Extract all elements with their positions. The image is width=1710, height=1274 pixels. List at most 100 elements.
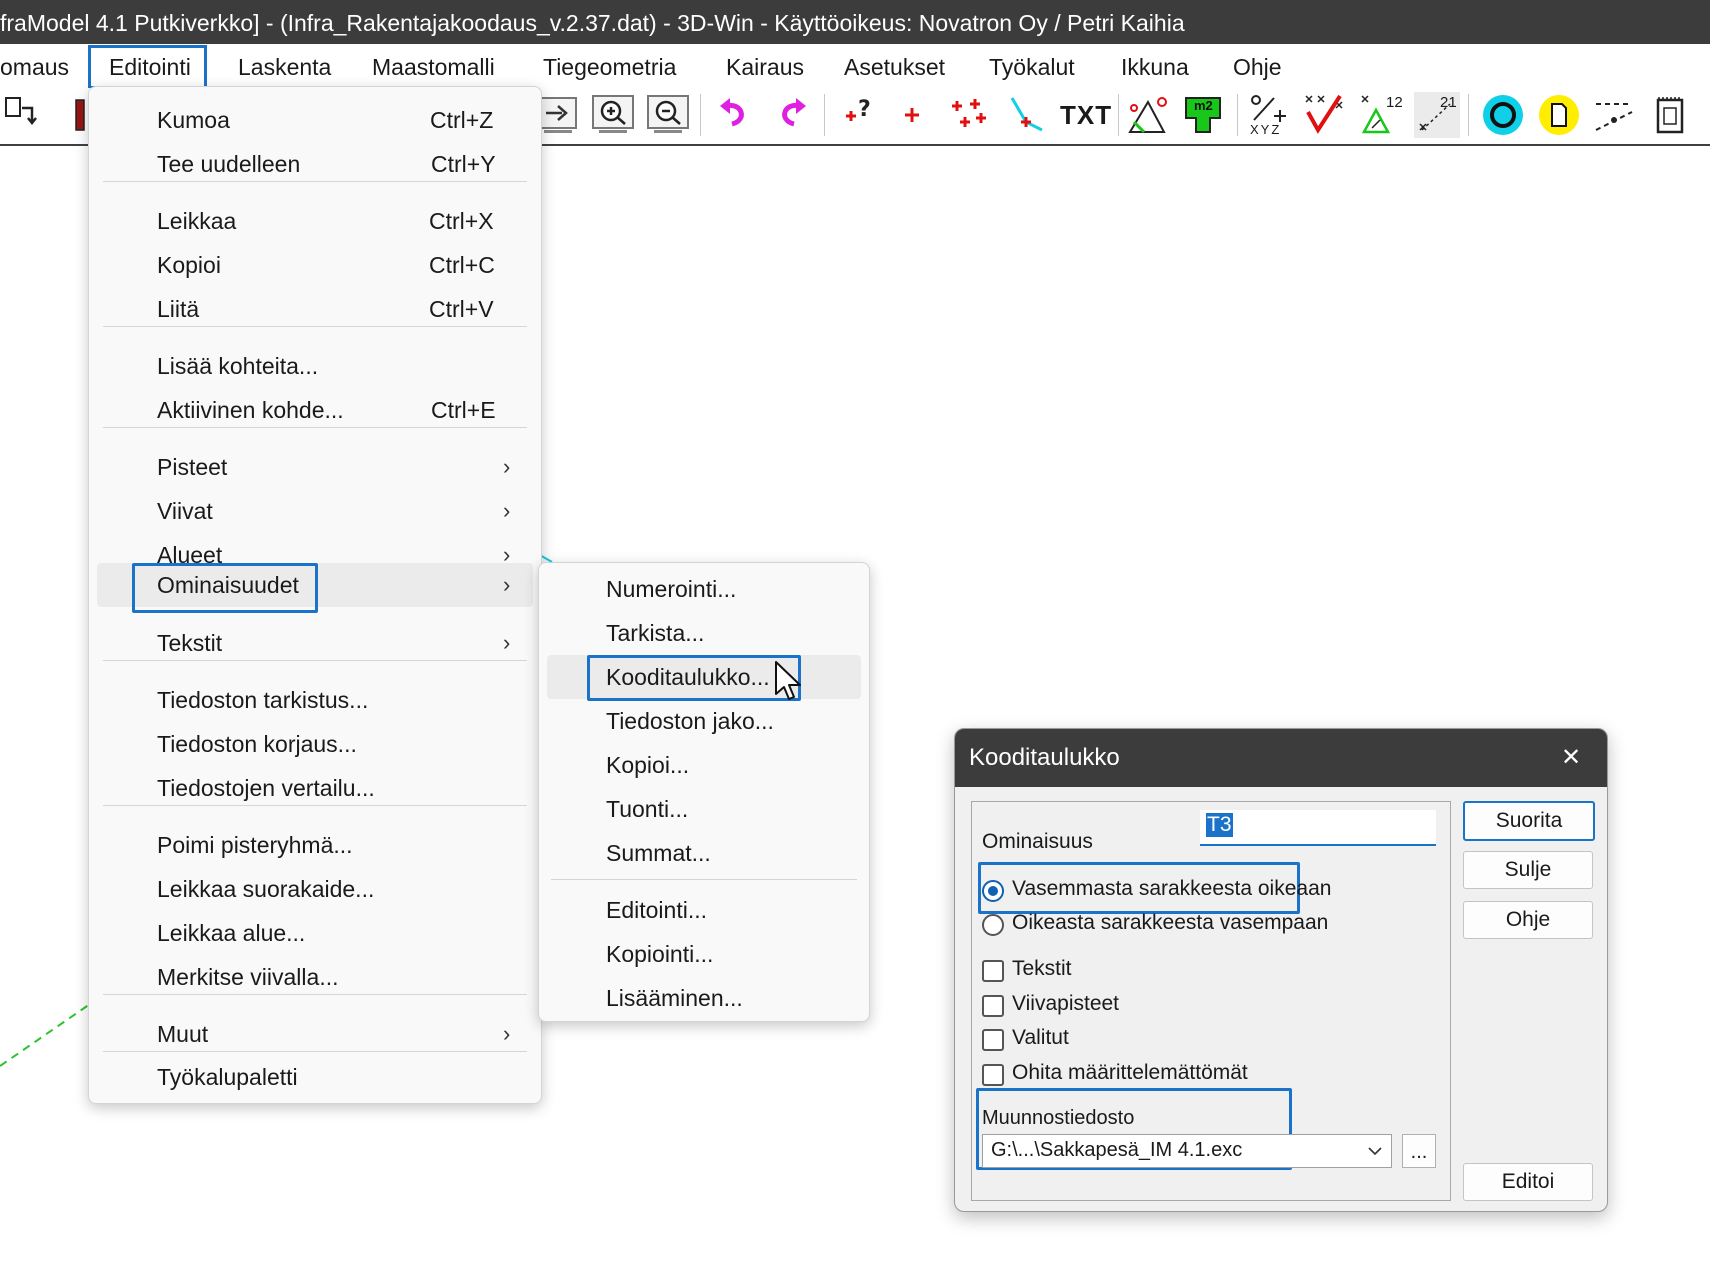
check-points-icon[interactable] [1302,92,1348,138]
ominaisuus-input[interactable]: T3 [1200,810,1436,846]
menu-item-liita[interactable]: Liitä Ctrl+V [89,287,541,331]
submenu-item-tiedoston-jako[interactable]: Tiedoston jako... [539,699,869,743]
radio-vasemmasta[interactable] [982,880,1004,902]
menu-tyokalut[interactable]: Työkalut [989,48,1075,86]
browse-button-label: ... [1410,1141,1428,1163]
document-icon[interactable] [1648,92,1694,138]
area-m2-icon[interactable]: m2 [1180,92,1226,138]
menu-separator [103,994,527,995]
chevron-right-icon: › [503,630,511,655]
menu-item-aktiivinen-kohde[interactable]: Aktiivinen kohde... Ctrl+E [89,388,541,432]
undo-icon[interactable] [712,92,758,138]
checkbox-valitut[interactable] [982,1029,1004,1051]
menu-item-viivat[interactable]: Viivat › [89,489,541,533]
menu-item-tyokalupaletti[interactable]: Työkalupaletti [89,1055,541,1099]
menu-ikkuna[interactable]: Ikkuna [1121,48,1189,86]
menu-item-lisaa-kohteita[interactable]: Lisää kohteita... [89,344,541,388]
checkbox-tekstit-label: Tekstit [1012,957,1072,980]
chevron-down-icon [1368,1147,1382,1156]
suorita-button[interactable]: Suorita [1463,801,1595,841]
point-query-icon[interactable]: ? [836,92,882,138]
menu-tiegeometria[interactable]: Tiegeometria [543,48,676,86]
menu-ohje[interactable]: Ohje [1233,48,1282,86]
dashed-line-icon[interactable] [1592,92,1638,138]
submenu-item-kopioi[interactable]: Kopioi... [539,743,869,787]
submenu-item-tuonti[interactable]: Tuonti... [539,787,869,831]
menu-item-merkitse-viivalla[interactable]: Merkitse viivalla... [89,955,541,999]
menu-item-pisteet[interactable]: Pisteet › [89,445,541,489]
menu-item-tekstit[interactable]: Tekstit › [89,621,541,665]
checkbox-viivapisteet-label: Viivapisteet [1012,992,1120,1015]
zoom-out-icon[interactable] [646,92,692,138]
submenu-item-summat[interactable]: Summat... [539,831,869,875]
menu-kairaus[interactable]: Kairaus [726,48,804,86]
menu-separator [103,1051,527,1052]
zoom-in-icon[interactable] [591,92,637,138]
menu-separator [103,326,527,327]
txt-icon[interactable]: TXT [1058,92,1113,138]
checkbox-ohita[interactable] [982,1064,1004,1086]
menu-item-muut[interactable]: Muut › [89,1012,541,1056]
radio-oikeasta-label: Oikeasta sarakkeesta vasempaan [1012,911,1329,934]
circle-cyan-icon[interactable] [1480,92,1526,138]
dialog-title-bar: Kooditaulukko ✕ [955,729,1607,787]
svg-text:?: ? [858,97,871,122]
checkbox-tekstit[interactable] [982,960,1004,982]
menu-item-leikkaa-suorakaide[interactable]: Leikkaa suorakaide... [89,867,541,911]
menu-item-leikkaa[interactable]: Leikkaa Ctrl+X [89,199,541,243]
menu-tiedosto[interactable]: omaus [0,48,69,86]
submenu-item-editointi[interactable]: Editointi... [539,888,869,932]
arrow-right-icon[interactable] [536,92,582,138]
menu-laskenta[interactable]: Laskenta [238,48,331,86]
line-point-icon[interactable] [1002,92,1048,138]
toolbar-separator [700,94,701,136]
menu-item-tiedoston-korjaus[interactable]: Tiedoston korjaus... [89,722,541,766]
menu-item-poimi-pisteryhma[interactable]: Poimi pisteryhmä... [89,823,541,867]
menu-item-leikkaa-alue[interactable]: Leikkaa alue... [89,911,541,955]
dialog-title: Kooditaulukko [969,744,1120,771]
ominaisuus-label: Ominaisuus [982,830,1093,853]
menu-asetukset[interactable]: Asetukset [844,48,945,86]
checkbox-ohita-label: Ohita määrittelemättömät [1012,1061,1248,1084]
menu-separator [103,181,527,182]
close-icon[interactable]: ✕ [1561,729,1581,787]
xyz-label: XYZ [1250,122,1282,137]
muunnostiedosto-value: G:\...\Sakkapesä_IM 4.1.exc [991,1139,1243,1161]
menu-item-tee-uudelleen[interactable]: Tee uudelleen Ctrl+Y [89,142,541,186]
menu-maastomalli[interactable]: Maastomalli [372,48,495,86]
checkbox-valitut-label: Valitut [1012,1026,1069,1049]
yellow-page-icon[interactable] [1536,92,1582,138]
toolbar-separator [1468,94,1469,136]
checkbox-viivapisteet[interactable] [982,995,1004,1017]
kooditaulukko-dialog: Kooditaulukko ✕ Ominaisuus T3 Vasemmasta… [954,728,1608,1212]
toolbar-separator [1118,94,1119,136]
add-point-icon[interactable] [891,92,937,138]
redo-icon[interactable] [768,92,814,138]
numbered-points-icon[interactable]: 21 [1414,92,1460,138]
ohje-button[interactable]: Ohje [1463,901,1593,939]
sulje-button[interactable]: Sulje [1463,851,1593,889]
editoi-button[interactable]: Editoi [1463,1163,1593,1201]
menu-item-kumoa[interactable]: Kumoa Ctrl+Z [89,98,541,142]
menu-item-tiedostojen-vertailu[interactable]: Tiedostojen vertailu... [89,766,541,810]
percent-xyz-icon[interactable]: XYZ [1246,92,1292,138]
submenu-item-lisaaminen[interactable]: Lisääminen... [539,976,869,1020]
triangle-measure-icon[interactable] [1124,92,1170,138]
radio-oikeasta[interactable] [982,914,1004,936]
browse-button[interactable]: ... [1402,1134,1436,1168]
menu-item-kopioi[interactable]: Kopioi Ctrl+C [89,243,541,287]
toolbar-separator [824,94,825,136]
submenu-item-numerointi[interactable]: Numerointi... [539,567,869,611]
open-arrow-icon[interactable] [2,92,48,138]
multi-point-icon[interactable] [946,92,992,138]
muunnostiedosto-select[interactable]: G:\...\Sakkapesä_IM 4.1.exc [982,1134,1392,1168]
menu-separator [103,660,527,661]
triangle-numbered-icon[interactable]: 12 [1358,92,1404,138]
submenu-item-kopiointi[interactable]: Kopiointi... [539,932,869,976]
menu-item-tiedoston-tarkistus[interactable]: Tiedoston tarkistus... [89,678,541,722]
area-m2-label: m2 [1194,98,1213,113]
txt-label: TXT [1060,100,1113,130]
chevron-right-icon: › [503,454,511,479]
submenu-item-tarkista[interactable]: Tarkista... [539,611,869,655]
menu-editointi[interactable]: Editointi [88,45,207,89]
